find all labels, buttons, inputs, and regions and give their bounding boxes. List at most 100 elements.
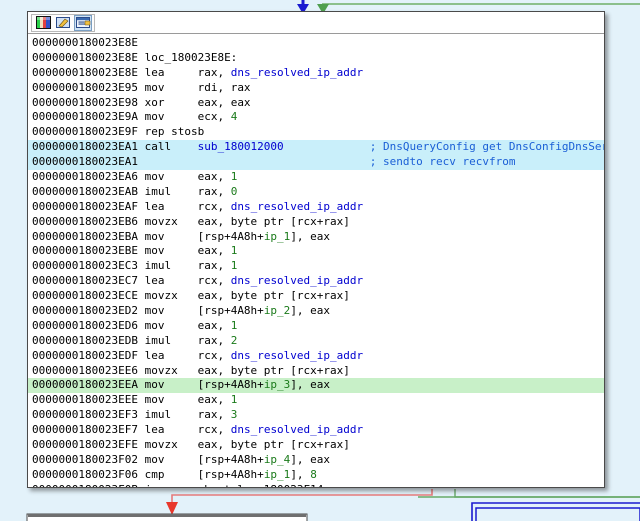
line-operands[interactable]: [rsp+4A8h+ip_1], eax xyxy=(198,230,330,243)
line-operands[interactable]: eax, byte ptr [rcx+rax] xyxy=(198,215,350,228)
line-address[interactable]: 0000000180023EC3 xyxy=(32,259,145,272)
line-address[interactable]: 0000000180023EA1 xyxy=(32,140,145,153)
disassembly-line[interactable]: 0000000180023ED6 mov eax, 1 xyxy=(28,319,604,334)
line-mnemonic[interactable]: xor xyxy=(145,96,198,109)
line-mnemonic[interactable]: lea xyxy=(145,274,198,287)
disassembly-line[interactable]: 0000000180023F06 cmp [rsp+4A8h+ip_1], 8 xyxy=(28,468,604,483)
line-address[interactable]: 0000000180023E8E xyxy=(32,66,145,79)
line-address[interactable]: 0000000180023EEE xyxy=(32,393,145,406)
line-mnemonic[interactable]: lea xyxy=(145,423,198,436)
disassembly-line[interactable]: 0000000180023EE6 movzx eax, byte ptr [rc… xyxy=(28,364,604,379)
line-address[interactable]: 0000000180023ECE xyxy=(32,289,145,302)
line-address[interactable]: 0000000180023EF3 xyxy=(32,408,145,421)
disassembly-node[interactable]: 0000000180023E8E 0000000180023E8E loc_18… xyxy=(27,11,605,488)
operand-identifier[interactable]: dns_resolved_ip_addr xyxy=(231,274,363,287)
disassembly-line[interactable]: 0000000180023EC7 lea rcx, dns_resolved_i… xyxy=(28,274,604,289)
line-operands[interactable]: rcx, dns_resolved_ip_addr xyxy=(198,349,364,362)
line-operands[interactable]: sub_180012000 xyxy=(198,140,284,153)
line-mnemonic[interactable]: mov xyxy=(145,230,198,243)
line-mnemonic[interactable]: lea xyxy=(145,200,198,213)
line-operands[interactable]: rax, 1 xyxy=(198,259,238,272)
line-mnemonic[interactable]: rep stosb xyxy=(145,125,205,138)
line-address[interactable]: 0000000180023EA1 xyxy=(32,155,145,168)
line-operands[interactable]: rax, dns_resolved_ip_addr xyxy=(198,66,364,79)
line-address[interactable]: 0000000180023EAF xyxy=(32,200,145,213)
line-operands[interactable]: eax, byte ptr [rcx+rax] xyxy=(198,289,350,302)
line-address[interactable]: 0000000180023EFE xyxy=(32,438,145,451)
line-address[interactable]: 0000000180023EDF xyxy=(32,349,145,362)
line-label[interactable]: loc_180023E8E: xyxy=(145,51,238,64)
line-mnemonic[interactable]: imul xyxy=(145,334,198,347)
disassembly-line[interactable]: 0000000180023EDF lea rcx, dns_resolved_i… xyxy=(28,349,604,364)
color-palette-icon[interactable] xyxy=(34,15,52,31)
disassembly-line[interactable]: 0000000180023EBE mov eax, 1 xyxy=(28,244,604,259)
line-mnemonic[interactable]: movzx xyxy=(145,364,198,377)
disassembly-line[interactable]: 0000000180023EA1 ; sendto recv recvfrom xyxy=(28,155,604,170)
line-address[interactable]: 0000000180023EEA xyxy=(32,378,145,391)
line-address[interactable]: 0000000180023E8E xyxy=(32,36,145,49)
operand-identifier[interactable]: sub_180012000 xyxy=(198,140,284,153)
line-address[interactable]: 0000000180023EE6 xyxy=(32,364,145,377)
line-operands[interactable]: eax, 1 xyxy=(198,244,238,257)
disassembly-line[interactable]: 0000000180023E9F rep stosb xyxy=(28,125,604,140)
line-address[interactable]: 0000000180023F02 xyxy=(32,453,145,466)
line-operands[interactable]: rax, 2 xyxy=(198,334,238,347)
operand-identifier[interactable]: dns_resolved_ip_addr xyxy=(231,423,363,436)
line-mnemonic[interactable]: mov xyxy=(145,170,198,183)
disassembly-line[interactable]: 0000000180023EA6 mov eax, 1 xyxy=(28,170,604,185)
line-operands[interactable]: rax, 3 xyxy=(198,408,238,421)
line-mnemonic[interactable]: movzx xyxy=(145,215,198,228)
operand-stack-var[interactable]: ip_1 xyxy=(264,230,291,243)
line-operands[interactable]: eax, 1 xyxy=(198,319,238,332)
line-address[interactable]: 0000000180023E98 xyxy=(32,96,145,109)
line-mnemonic[interactable]: mov xyxy=(145,304,198,317)
line-mnemonic[interactable]: movzx xyxy=(145,438,198,451)
disassembly-line[interactable]: 0000000180023EBA mov [rsp+4A8h+ip_1], ea… xyxy=(28,230,604,245)
line-address[interactable]: 0000000180023EB6 xyxy=(32,215,145,228)
line-mnemonic[interactable]: mov xyxy=(145,378,198,391)
line-mnemonic[interactable]: mov xyxy=(145,453,198,466)
disassembly-line[interactable]: 0000000180023E95 mov rdi, rax xyxy=(28,81,604,96)
line-operands[interactable]: eax, byte ptr [rcx+rax] xyxy=(198,438,350,451)
disassembly-line[interactable]: 0000000180023EEA mov [rsp+4A8h+ip_3], ea… xyxy=(28,378,604,393)
disassembly-line[interactable]: 0000000180023EF3 imul rax, 3 xyxy=(28,408,604,423)
disassembly-line[interactable]: 0000000180023F0B jnz short loc_180023F14 xyxy=(28,483,604,488)
line-operands[interactable]: ecx, 4 xyxy=(198,110,238,123)
line-operands[interactable]: short loc_180023F14 xyxy=(198,483,324,488)
line-mnemonic[interactable]: mov xyxy=(145,81,198,94)
line-address[interactable]: 0000000180023EAB xyxy=(32,185,145,198)
operand-identifier[interactable]: dns_resolved_ip_addr xyxy=(231,349,363,362)
line-address[interactable]: 0000000180023ED2 xyxy=(32,304,145,317)
line-mnemonic[interactable]: call xyxy=(145,140,198,153)
line-address[interactable]: 0000000180023EF7 xyxy=(32,423,145,436)
line-address[interactable]: 0000000180023F06 xyxy=(32,468,145,481)
line-address[interactable]: 0000000180023ED6 xyxy=(32,319,145,332)
line-operands[interactable]: [rsp+4A8h+ip_4], eax xyxy=(198,453,330,466)
operand-stack-var[interactable]: ip_2 xyxy=(264,304,291,317)
operand-stack-var[interactable]: ip_1 xyxy=(264,468,291,481)
line-comment[interactable]: ; sendto recv recvfrom xyxy=(370,155,516,168)
disassembly-line[interactable]: 0000000180023EAB imul rax, 0 xyxy=(28,185,604,200)
line-mnemonic[interactable]: mov xyxy=(145,244,198,257)
line-mnemonic[interactable]: imul xyxy=(145,259,198,272)
disassembly-line[interactable]: 0000000180023E8E loc_180023E8E: xyxy=(28,51,604,66)
disassembly-line[interactable]: 0000000180023EEE mov eax, 1 xyxy=(28,393,604,408)
disassembly-line[interactable]: 0000000180023E8E xyxy=(28,36,604,51)
line-operands[interactable]: eax, 1 xyxy=(198,170,238,183)
line-address[interactable]: 0000000180023E9F xyxy=(32,125,145,138)
line-mnemonic[interactable]: lea xyxy=(145,349,198,362)
line-operands[interactable]: rcx, dns_resolved_ip_addr xyxy=(198,423,364,436)
line-operands[interactable]: [rsp+4A8h+ip_3], eax xyxy=(198,378,330,391)
line-mnemonic[interactable]: lea xyxy=(145,66,198,79)
disassembly-line[interactable]: 0000000180023EA1 call sub_180012000 ; Dn… xyxy=(28,140,604,155)
line-mnemonic[interactable]: movzx xyxy=(145,289,198,302)
line-mnemonic[interactable]: imul xyxy=(145,185,198,198)
disassembly-line[interactable]: 0000000180023EFE movzx eax, byte ptr [rc… xyxy=(28,438,604,453)
line-address[interactable]: 0000000180023EBE xyxy=(32,244,145,257)
disassembly-line[interactable]: 0000000180023EAF lea rcx, dns_resolved_i… xyxy=(28,200,604,215)
line-address[interactable]: 0000000180023E95 xyxy=(32,81,145,94)
line-operands[interactable]: eax, 1 xyxy=(198,393,238,406)
line-address[interactable]: 0000000180023F0B xyxy=(32,483,145,488)
line-address[interactable]: 0000000180023EA6 xyxy=(32,170,145,183)
line-operands[interactable]: rcx, dns_resolved_ip_addr xyxy=(198,200,364,213)
